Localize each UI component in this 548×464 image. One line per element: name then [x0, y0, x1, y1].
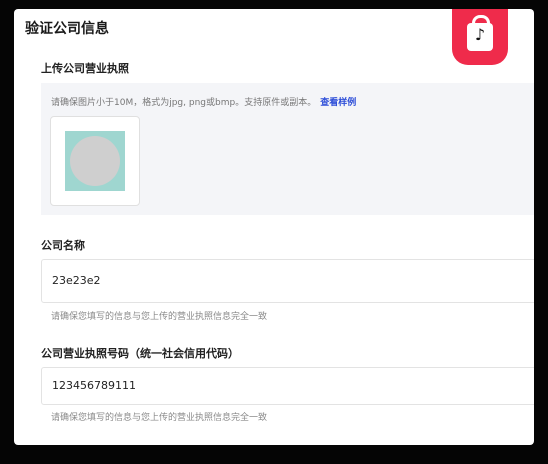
bag-body: ♪: [467, 23, 493, 51]
license-upload-label: 上传公司营业执照: [41, 62, 129, 75]
license-upload-panel: 请确保图片小于10M，格式为jpg, png或bmp。支持原件或副本。 查看样例: [41, 83, 534, 215]
page-title: 验证公司信息: [25, 21, 109, 37]
license-thumbnail: [65, 131, 125, 191]
tiktok-shop-icon: ♪: [452, 9, 508, 65]
company-name-input[interactable]: 23e23e2: [41, 259, 534, 303]
view-sample-link[interactable]: 查看样例: [320, 98, 356, 108]
upload-hint: 请确保图片小于10M，格式为jpg, png或bmp。支持原件或副本。 查看样例: [51, 95, 356, 108]
company-name-helper: 请确保您填写的信息与您上传的营业执照信息完全一致: [51, 312, 268, 322]
tiktok-note-icon: ♪: [474, 25, 486, 44]
license-number-input[interactable]: 123456789111: [41, 367, 534, 405]
license-number-helper: 请确保您填写的信息与您上传的营业执照信息完全一致: [51, 413, 268, 423]
license-thumbnail-placeholder: [70, 136, 120, 186]
uploaded-license-card[interactable]: [50, 116, 140, 206]
upload-hint-text: 请确保图片小于10M，格式为jpg, png或bmp。支持原件或副本。: [51, 98, 317, 108]
license-number-label: 公司营业执照号码（统一社会信用代码）: [41, 347, 239, 360]
verify-company-dialog: 验证公司信息 ♪ 上传公司营业执照 请确保图片小于10M，格式为jpg, png…: [14, 9, 534, 445]
company-name-label: 公司名称: [41, 239, 85, 252]
